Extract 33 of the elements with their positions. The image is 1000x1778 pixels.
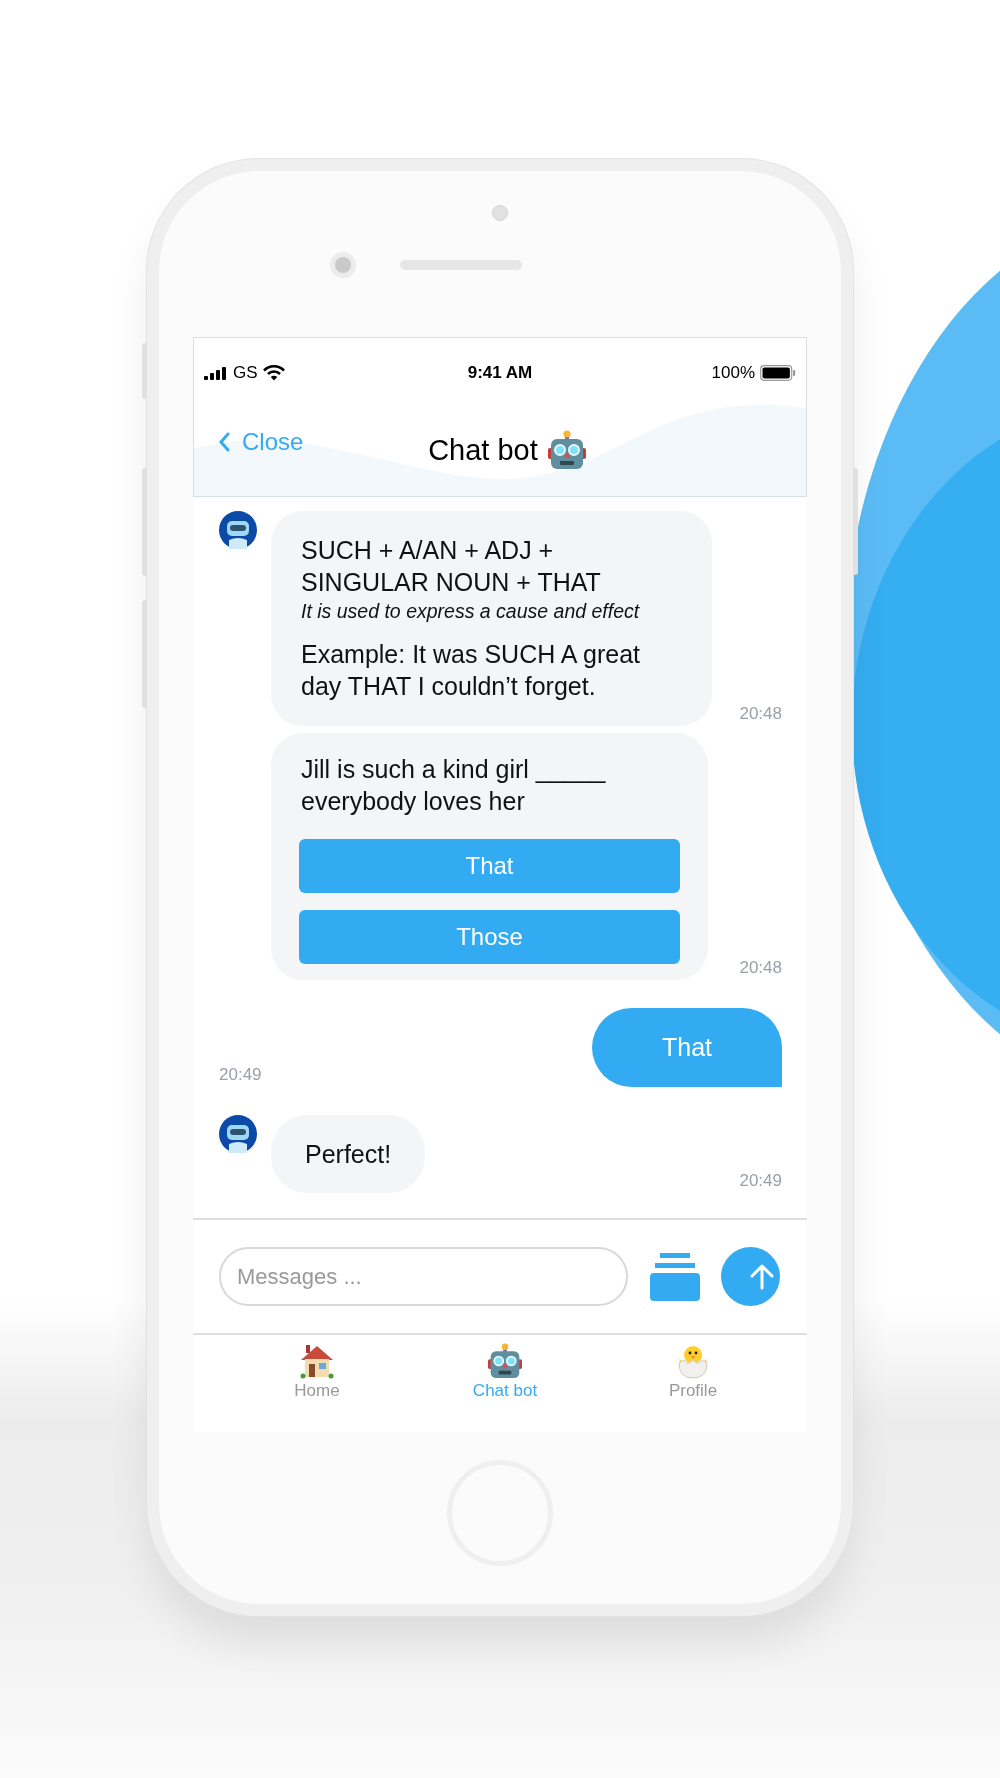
status-time: 9:41 AM: [467, 363, 533, 383]
tab-item[interactable]: Profile: [599, 1341, 787, 1432]
grammar-rule: SUCH + A/AN + ADJ + SINGULAR NOUN + THAT: [301, 535, 602, 598]
tab-item[interactable]: Home: [223, 1341, 411, 1432]
answer-button[interactable]: Those: [299, 910, 680, 964]
battery-percent: 100%: [711, 363, 755, 383]
robot-icon: [488, 1343, 522, 1379]
message-time: 20:48: [739, 958, 782, 978]
screen-title: Chat bot: [428, 433, 538, 467]
arrow-up-icon: [748, 1263, 775, 1290]
example-text: Example: It was SUCH A great day THAT I couldn’t forget.: [301, 639, 642, 702]
chevron-left-icon: [218, 432, 230, 452]
chick-icon: [675, 1343, 711, 1379]
carrier-name: GS: [233, 363, 258, 383]
message-text: Perfect!: [305, 1139, 392, 1169]
rule-note: It is used to express a cause and effect: [301, 599, 641, 624]
tab-item[interactable]: Chat bot: [411, 1341, 599, 1432]
close-button[interactable]: Close: [218, 428, 304, 456]
message-field[interactable]: Messages ...: [219, 1247, 628, 1306]
sensor-dot: [492, 205, 508, 221]
camera-lens: [330, 252, 356, 278]
battery-icon: [760, 365, 796, 381]
message-time: 20:48: [739, 704, 782, 724]
message-text: That: [662, 1033, 712, 1062]
signal-icon: [204, 366, 228, 380]
robot-icon: [547, 430, 586, 470]
stack-icon[interactable]: [650, 1252, 700, 1301]
wifi-icon: [262, 365, 285, 381]
message-time: 20:49: [739, 1171, 782, 1191]
quiz-question: Jill is such a kind girl _____ everybody loves her: [300, 754, 607, 817]
message-time: 20:49: [219, 1065, 262, 1085]
house-icon: [299, 1343, 335, 1379]
answer-button[interactable]: That: [299, 839, 680, 893]
